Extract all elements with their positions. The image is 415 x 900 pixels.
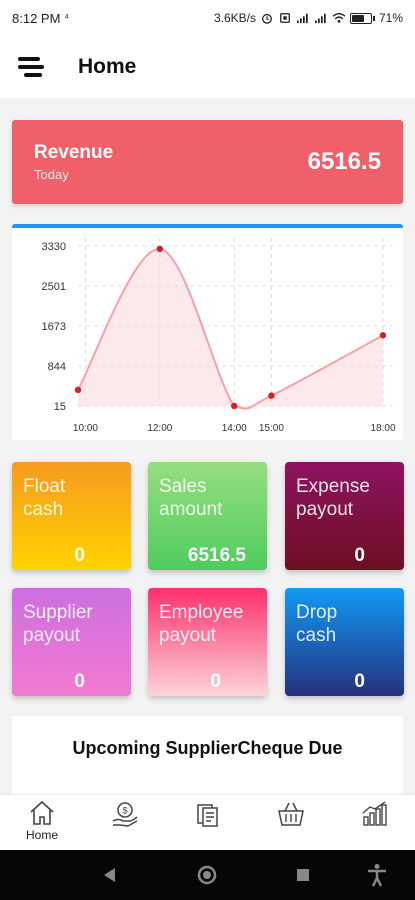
nav-receipts[interactable] <box>178 799 238 847</box>
battery-icon <box>349 12 375 24</box>
drop-cash-tile[interactable]: Drop cash 0 <box>285 588 404 696</box>
tile-value: 0 <box>354 545 365 566</box>
revenue-period: Today <box>34 167 69 182</box>
accessibility-icon[interactable] <box>366 863 388 887</box>
status-bar: 8:12 PM ⁴ 3.6KB/s 71% <box>0 0 415 36</box>
tile-value: 0 <box>74 671 85 692</box>
area-fill <box>78 248 383 409</box>
nav-reports[interactable] <box>344 799 404 847</box>
x-tick-label: 14:00 <box>222 423 247 434</box>
revenue-card[interactable]: Revenue Today 6516.5 <box>12 120 403 204</box>
bottom-nav: Home $ <box>0 795 415 850</box>
y-tick-label: 15 <box>54 401 66 413</box>
chart-svg: 3330 2501 1673 844 15 10:00 12:00 14:00 15:00 18:… <box>42 238 396 434</box>
nav-home-label: Home <box>25 828 58 842</box>
status-right: 3.6KB/s 71% <box>214 11 403 25</box>
tile-label: Expense payout <box>296 476 370 520</box>
nav-payouts[interactable]: $ <box>95 799 155 847</box>
app-bar: Home <box>0 36 415 98</box>
signal-icon-1 <box>296 13 308 24</box>
recents-icon[interactable] <box>295 867 311 883</box>
x-tick-label: 12:00 <box>147 423 172 434</box>
y-tick-label: 2501 <box>42 281 66 293</box>
tile-label: Employee payout <box>159 602 244 646</box>
x-tick-label: 10:00 <box>73 423 98 434</box>
basket-icon <box>278 802 304 826</box>
revenue-label: Revenue <box>34 142 114 163</box>
page-title: Home <box>78 55 137 78</box>
svg-text:$: $ <box>122 806 127 816</box>
battery-percent: 71% <box>378 11 403 25</box>
x-tick-label: 15:00 <box>259 423 284 434</box>
tile-label: Float cash <box>23 476 66 520</box>
y-tick-label: 3330 <box>42 241 66 253</box>
upcoming-cheque-card: Upcoming SupplierCheque Due <box>12 716 403 806</box>
revenue-value: 6516.5 <box>307 148 381 175</box>
nav-home[interactable]: Home <box>12 799 72 847</box>
signal-icon-2 <box>314 13 326 24</box>
tile-value: 0 <box>354 671 365 692</box>
network-indicator: ⁴ <box>64 12 70 24</box>
expense-payout-tile[interactable]: Expense payout 0 <box>285 462 404 570</box>
wifi-icon <box>332 13 346 23</box>
back-icon[interactable] <box>100 865 118 885</box>
system-nav-bar <box>0 850 415 900</box>
nav-basket[interactable] <box>261 799 321 847</box>
upcoming-title: Upcoming SupplierCheque Due <box>72 738 343 758</box>
y-tick-label: 1673 <box>42 321 66 333</box>
home-circle-icon[interactable] <box>196 864 218 886</box>
supplier-payout-tile[interactable]: Supplier payout 0 <box>12 588 131 696</box>
tile-label: Supplier payout <box>23 602 93 646</box>
data-point <box>156 245 164 253</box>
network-speed: 3.6KB/s <box>213 11 256 25</box>
money-hand-icon: $ <box>112 802 138 827</box>
employee-payout-tile[interactable]: Employee payout 0 <box>148 588 267 696</box>
receipt-icon <box>197 804 218 827</box>
tile-value: 6516.5 <box>187 545 246 566</box>
data-point <box>379 332 387 339</box>
data-point <box>231 402 238 410</box>
y-tick-label: 844 <box>48 361 66 373</box>
tile-value: 0 <box>74 545 85 566</box>
data-point <box>74 386 82 394</box>
sales-amount-tile[interactable]: Sales amount 6516.5 <box>148 462 267 570</box>
bar-chart-icon <box>362 801 387 826</box>
home-icon <box>30 800 54 825</box>
float-cash-tile[interactable]: Float cash 0 <box>12 462 131 570</box>
tile-value: 0 <box>210 671 221 692</box>
status-time: 8:12 PM <box>12 10 61 26</box>
sim-icon <box>280 13 290 23</box>
alarm-icon <box>262 13 272 24</box>
x-tick-label: 18:00 <box>370 423 395 434</box>
tile-label: Drop cash <box>296 602 338 646</box>
hamburger-menu-icon[interactable] <box>18 56 44 78</box>
revenue-chart: 3330 2501 1673 844 15 10:00 12:00 14:00 15:00 18:… <box>12 224 403 440</box>
tile-label: Sales amount <box>159 476 223 520</box>
data-point <box>268 392 275 399</box>
